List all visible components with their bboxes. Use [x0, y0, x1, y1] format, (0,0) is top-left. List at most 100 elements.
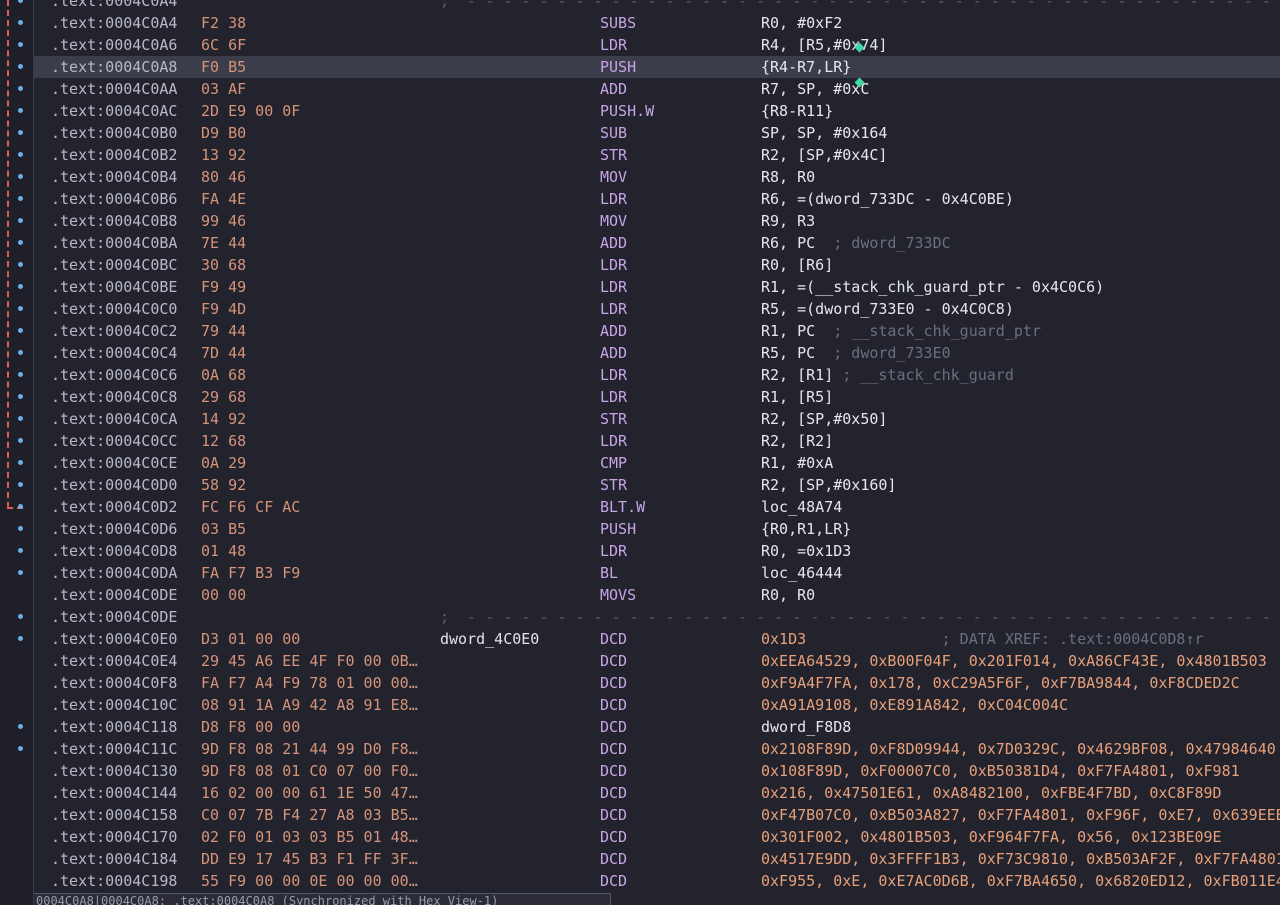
listing-row[interactable]: .text:0004C0AC 2D E9 00 0F PUSH.W {R8-R11} — [34, 100, 1280, 122]
listing-row[interactable]: .text:0004C0C2 79 44 ADD R1, PC ; __stack_c… — [34, 320, 1280, 342]
breakpoint-dot-icon[interactable] — [18, 526, 23, 531]
breakpoint-dot-icon[interactable] — [18, 636, 23, 641]
breakpoint-dot-icon[interactable] — [18, 372, 23, 377]
listing-row[interactable]: .text:0004C0D6 03 B5 PUSH {R0,R1,LR} — [34, 518, 1280, 540]
listing-row[interactable]: .text:0004C0CC 12 68 LDR R2, [R2] — [34, 430, 1280, 452]
breakpoint-dot-icon[interactable] — [18, 746, 23, 751]
listing-row[interactable]: .text:0004C0CE 0A 29 CMP R1, #0xA — [34, 452, 1280, 474]
breakpoint-dot-icon[interactable] — [18, 350, 23, 355]
breakpoint-dot-icon[interactable] — [18, 20, 23, 25]
mnemonic: MOV — [600, 168, 628, 186]
mnemonic: STR — [600, 146, 628, 164]
address: .text:0004C0C4 — [51, 344, 178, 362]
mnemonic: MOVS — [600, 586, 637, 604]
breakpoint-dot-icon[interactable] — [18, 394, 23, 399]
listing-row[interactable]: .text:0004C0C6 0A 68 LDR R2, [R1] ; __stack… — [34, 364, 1280, 386]
breakpoint-dot-icon[interactable] — [18, 152, 23, 157]
breakpoint-dot-icon[interactable] — [18, 614, 23, 619]
breakpoint-dot-icon[interactable] — [18, 504, 23, 509]
listing-row[interactable]: .text:0004C0B2 13 92 STR R2, [SP,#0x4C] — [34, 144, 1280, 166]
listing-row[interactable]: .text:0004C0C8 29 68 LDR R1, [R5] — [34, 386, 1280, 408]
opcode-bytes: 29 45 A6 EE 4F F0 00 0B… — [201, 652, 418, 670]
breakpoint-dot-icon[interactable] — [18, 130, 23, 135]
breakpoint-dot-icon[interactable] — [18, 306, 23, 311]
breakpoint-dot-icon[interactable] — [18, 548, 23, 553]
listing-row[interactable]: .text:0004C170 02 F0 01 03 03 B5 01 48… DC… — [34, 826, 1280, 848]
breakpoint-dot-icon[interactable] — [18, 460, 23, 465]
breakpoint-dot-icon[interactable] — [18, 284, 23, 289]
breakpoint-dot-icon[interactable] — [18, 570, 23, 575]
breakpoint-dot-icon[interactable] — [18, 196, 23, 201]
operand-text: 0xF955, 0xE, 0xE7AC0D6B, 0xF7BA4650, 0x6… — [761, 872, 1280, 890]
address: .text:0004C0C0 — [51, 300, 178, 318]
listing-row[interactable]: .text:0004C198 55 F9 00 00 0E 00 00 00… DC… — [34, 870, 1280, 892]
breakpoint-dot-icon[interactable] — [18, 108, 23, 113]
operands: R6, =(dword_733DC - 0x4C0BE) — [761, 188, 1014, 210]
listing-row[interactable]: .text:0004C0D0 58 92 STR R2, [SP,#0x160] — [34, 474, 1280, 496]
breakpoint-dot-icon[interactable] — [18, 416, 23, 421]
listing-row[interactable]: .text:0004C10C 08 91 1A A9 42 A8 91 E8… DC… — [34, 694, 1280, 716]
address: .text:0004C0A4 — [51, 0, 178, 10]
operand-text: 0x1D3 — [761, 630, 807, 648]
breakpoint-dot-icon[interactable] — [18, 328, 23, 333]
breakpoint-dot-icon[interactable] — [18, 218, 23, 223]
operands: 0x108F89D, 0xF00007C0, 0xB50381D4, 0xF7F… — [761, 760, 1240, 782]
listing-row[interactable]: .text:0004C0BE F9 49 LDR R1, =(__stack_chk_… — [34, 276, 1280, 298]
opcode-bytes: FC F6 CF AC — [201, 498, 301, 516]
listing-row[interactable]: .text:0004C0B6 FA 4E LDR R6, =(dword_733DC … — [34, 188, 1280, 210]
listing-row[interactable]: .text:0004C0B8 99 46 MOV R9, R3 — [34, 210, 1280, 232]
listing-row[interactable]: .text:0004C0A4 F2 38 SUBS R0, #0xF2 — [34, 12, 1280, 34]
opcode-bytes: 03 B5 — [201, 520, 247, 538]
mnemonic: DCD — [600, 696, 628, 714]
operands: 0x216, 0x47501E61, 0xA8482100, 0xFBE4F7B… — [761, 782, 1222, 804]
listing-row[interactable]: .text:0004C0D2 FC F6 CF AC BLT.W loc_48A74 — [34, 496, 1280, 518]
listing-row[interactable]: .text:0004C158 C0 07 7B F4 27 A8 03 B5… DC… — [34, 804, 1280, 826]
listing-row[interactable]: .text:0004C0CA 14 92 STR R2, [SP,#0x50] — [34, 408, 1280, 430]
listing-row[interactable]: .text:0004C0D8 01 48 LDR R0, =0x1D3 — [34, 540, 1280, 562]
mnemonic: LDR — [600, 366, 628, 384]
operand-text: 0xEEA64529, 0xB00F04F, 0x201F014, 0xA86C… — [761, 652, 1267, 670]
listing-row[interactable]: .text:0004C130 9D F8 08 01 C0 07 00 F0… DC… — [34, 760, 1280, 782]
breakpoint-dot-icon[interactable] — [18, 0, 23, 3]
listing-row[interactable]: .text:0004C0A6 6C 6F LDR R4, [R5,#0x74] — [34, 34, 1280, 56]
listing-row[interactable]: .text:0004C0E0 D3 01 00 00 dword_4C0E0 DCD 0… — [34, 628, 1280, 650]
breakpoint-dot-icon[interactable] — [18, 174, 23, 179]
disassembly-listing[interactable]: .text:0004C0A4 ; - - - - - - - - - - - - … — [34, 0, 1280, 894]
listing-row[interactable]: .text:0004C0F8 FA F7 A4 F9 78 01 00 00… DC… — [34, 672, 1280, 694]
listing-row[interactable]: .text:0004C0AA 03 AF ADD R7, SP, #0xC — [34, 78, 1280, 100]
operand-text: 0xA91A9108, 0xE891A842, 0xC04C004C — [761, 696, 1069, 714]
listing-row[interactable]: .text:0004C0BC 30 68 LDR R0, [R6] — [34, 254, 1280, 276]
address: .text:0004C0C6 — [51, 366, 178, 384]
listing-row[interactable]: .text:0004C0DE ; - - - - - - - - - - - - … — [34, 606, 1280, 628]
breakpoint-dot-icon[interactable] — [18, 42, 23, 47]
listing-row[interactable]: .text:0004C118 D8 F8 00 00 DCD dword_F8D8 — [34, 716, 1280, 738]
listing-row[interactable]: .text:0004C11C 9D F8 08 21 44 99 D0 F8… DC… — [34, 738, 1280, 760]
operands: R0, [R6] — [761, 254, 833, 276]
listing-row[interactable]: .text:0004C0BA 7E 44 ADD R6, PC ; dword_733… — [34, 232, 1280, 254]
breakpoint-dot-icon[interactable] — [18, 64, 23, 69]
listing-row[interactable]: .text:0004C0C0 F9 4D LDR R5, =(dword_733E0 … — [34, 298, 1280, 320]
breakpoint-dot-icon[interactable] — [18, 482, 23, 487]
listing-row[interactable]: .text:0004C0A8 F0 B5 PUSH {R4-R7,LR} — [34, 56, 1280, 78]
listing-row[interactable]: .text:0004C0DA FA F7 B3 F9 BL loc_46444 — [34, 562, 1280, 584]
breakpoint-dot-icon[interactable] — [18, 724, 23, 729]
listing-row[interactable]: .text:0004C0C4 7D 44 ADD R5, PC ; dword_733… — [34, 342, 1280, 364]
breakpoint-dot-icon[interactable] — [18, 438, 23, 443]
comment: ; __stack_chk_guard_ptr — [815, 322, 1041, 340]
listing-row[interactable]: .text:0004C0A4 ; - - - - - - - - - - - - … — [34, 0, 1280, 12]
listing-row[interactable]: .text:0004C0DE 00 00 MOVS R0, R0 — [34, 584, 1280, 606]
mnemonic: PUSH — [600, 520, 637, 538]
listing-row[interactable]: .text:0004C0B4 80 46 MOV R8, R0 — [34, 166, 1280, 188]
breakpoint-dot-icon[interactable] — [18, 262, 23, 267]
operand-text: R8, R0 — [761, 168, 816, 186]
operand-text: loc_46444 — [761, 564, 843, 582]
breakpoint-dot-icon[interactable] — [18, 86, 23, 91]
breakpoint-dot-icon[interactable] — [18, 240, 23, 245]
listing-row[interactable]: .text:0004C0E4 29 45 A6 EE 4F F0 00 0B… DC… — [34, 650, 1280, 672]
listing-row[interactable]: .text:0004C0B0 D9 B0 SUB SP, SP, #0x164 — [34, 122, 1280, 144]
operands: 0xA91A9108, 0xE891A842, 0xC04C004C — [761, 694, 1068, 716]
operands: SP, SP, #0x164 — [761, 122, 887, 144]
address: .text:0004C0E4 — [51, 652, 178, 670]
listing-row[interactable]: .text:0004C184 DD E9 17 45 B3 F1 FF 3F… DC… — [34, 848, 1280, 870]
listing-row[interactable]: .text:0004C144 16 02 00 00 61 1E 50 47… DC… — [34, 782, 1280, 804]
